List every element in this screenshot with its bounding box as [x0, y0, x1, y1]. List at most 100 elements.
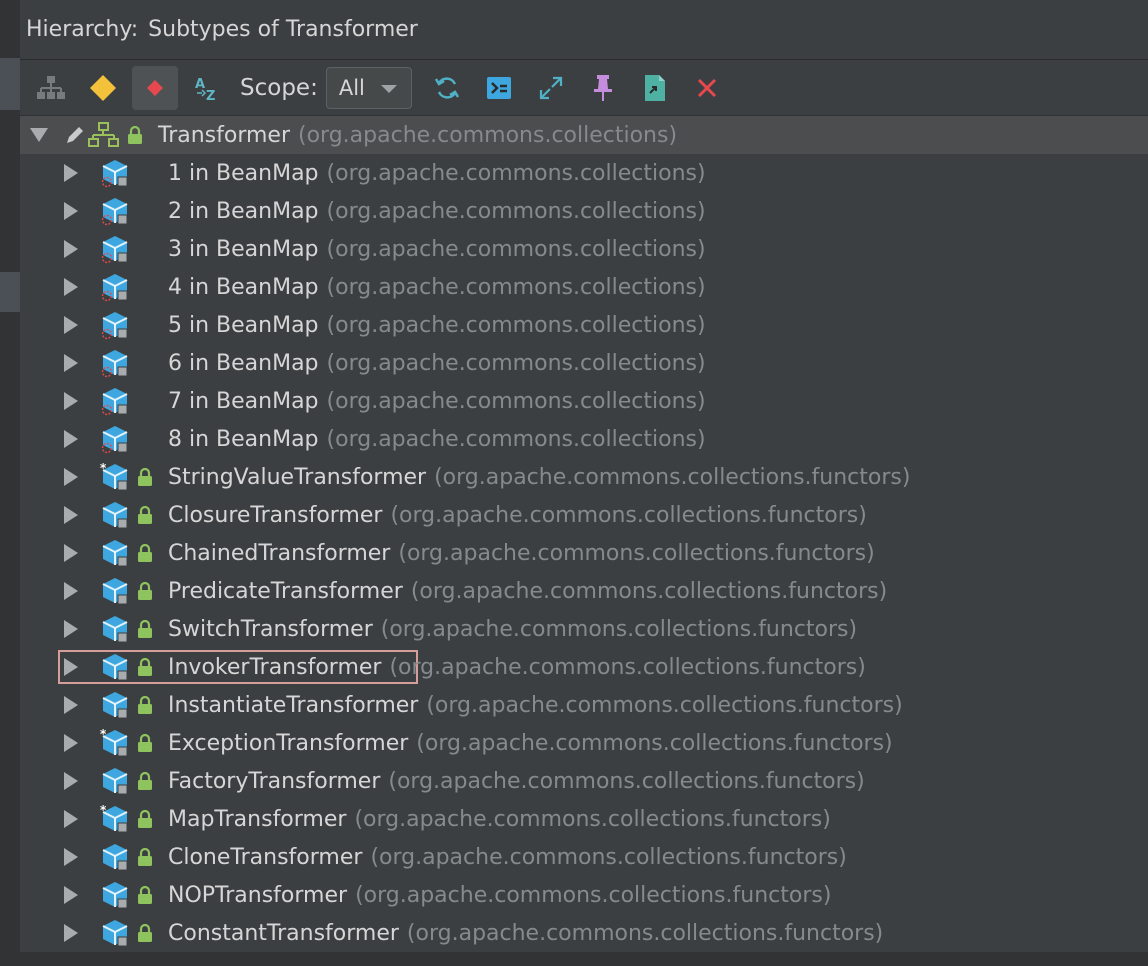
class-name: StringValueTransformer [168, 464, 427, 490]
tree-row[interactable]: SwitchTransformer (org.apache.commons.col… [20, 610, 1148, 648]
tree-row[interactable]: 1 in BeanMap (org.apache.commons.collecti… [20, 154, 1148, 192]
anonymous-class-icon [101, 236, 128, 264]
class-icon [102, 654, 128, 681]
anonymous-class-icon [101, 388, 128, 416]
class-name: MapTransformer [168, 806, 347, 832]
refresh-button[interactable] [424, 66, 470, 110]
expand-arrow-icon[interactable] [64, 924, 78, 942]
expand-arrow-icon[interactable] [64, 392, 78, 410]
expand-arrow-icon[interactable] [64, 886, 78, 904]
sort-alpha-icon: A Z [195, 77, 215, 103]
expand-arrow-icon[interactable] [64, 696, 78, 714]
class-hierarchy-button[interactable] [28, 66, 74, 110]
class-icon [102, 692, 128, 719]
tree-row[interactable]: 4 in BeanMap (org.apache.commons.collecti… [20, 268, 1148, 306]
export-button[interactable] [632, 66, 678, 110]
tree-node-label: 2 in BeanMap (org.apache.commons.collecti… [168, 199, 706, 224]
package-name: (org.apache.commons.collections) [326, 426, 706, 452]
tree-row[interactable]: * StringValueTransformer (org.apache.commo… [20, 458, 1148, 496]
expand-arrow-icon[interactable] [64, 278, 78, 296]
lock-icon [138, 695, 152, 714]
lock-icon [138, 467, 152, 486]
tree-node-label: ConstantTransformer (org.apache.commons.c… [168, 921, 883, 946]
lock-icon [138, 733, 152, 752]
tree-row[interactable]: InstantiateTransformer (org.apache.common… [20, 686, 1148, 724]
expand-arrow-icon[interactable] [64, 544, 78, 562]
hierarchy-title-bar: Hierarchy: Subtypes of Transformer [20, 0, 1148, 60]
expand-arrow-icon[interactable] [64, 354, 78, 372]
package-name: (org.apache.commons.collections.functors… [354, 806, 831, 832]
bottom-bar [0, 952, 1148, 966]
hierarchy-window: Hierarchy: Subtypes of Transformer A Z S… [0, 0, 1148, 966]
tree-row[interactable]: * ExceptionTransformer (org.apache.commons… [20, 724, 1148, 762]
package-name: (org.apache.commons.collections) [326, 274, 706, 300]
static-class-icon: * [100, 804, 128, 833]
package-name: (org.apache.commons.collections.functors… [410, 578, 888, 604]
tree-node-label: 6 in BeanMap (org.apache.commons.collecti… [168, 351, 706, 376]
class-name: 2 in BeanMap [168, 198, 319, 224]
expand-arrow-icon[interactable] [64, 164, 78, 182]
tree-row[interactable]: 8 in BeanMap (org.apache.commons.collecti… [20, 420, 1148, 458]
interface-icon [88, 122, 119, 147]
expand-arrow-icon[interactable] [64, 658, 78, 676]
hierarchy-tree: Transformer (org.apache.commons.collectio… [20, 116, 1148, 952]
tree-row[interactable]: * MapTransformer (org.apache.commons.colle… [20, 800, 1148, 838]
class-hierarchy-icon [37, 75, 65, 99]
pin-button[interactable] [580, 66, 626, 110]
tree-node-label: NOPTransformer (org.apache.commons.collec… [168, 883, 831, 908]
expand-arrow-icon[interactable] [64, 810, 78, 828]
tree-row[interactable]: 5 in BeanMap (org.apache.commons.collecti… [20, 306, 1148, 344]
tree-row[interactable]: 3 in BeanMap (org.apache.commons.collecti… [20, 230, 1148, 268]
tree-row[interactable]: ChainedTransformer (org.apache.commons.co… [20, 534, 1148, 572]
tree-row[interactable]: NOPTransformer (org.apache.commons.collec… [20, 876, 1148, 914]
class-name: NOPTransformer [168, 882, 348, 908]
expand-arrow-icon[interactable] [64, 582, 78, 600]
svg-text:*: * [100, 804, 107, 817]
tree-row[interactable]: 6 in BeanMap (org.apache.commons.collecti… [20, 344, 1148, 382]
expand-all-button[interactable] [528, 66, 574, 110]
expand-arrow-icon[interactable] [64, 240, 78, 258]
tree-node-label: 1 in BeanMap (org.apache.commons.collecti… [168, 161, 706, 186]
tree-row[interactable]: 2 in BeanMap (org.apache.commons.collecti… [20, 192, 1148, 230]
lock-icon [138, 771, 152, 790]
tree-root-row[interactable]: Transformer (org.apache.commons.collectio… [20, 116, 1148, 154]
class-name: InstantiateTransformer [168, 692, 419, 718]
expand-all-icon [539, 76, 562, 99]
scope-label: Scope: [240, 74, 318, 101]
expand-arrow-icon[interactable] [64, 848, 78, 866]
close-button[interactable] [684, 66, 730, 110]
expand-arrow-icon[interactable] [64, 620, 78, 638]
tree-row[interactable]: ConstantTransformer (org.apache.commons.c… [20, 914, 1148, 952]
package-name: (org.apache.commons.collections.functors… [398, 540, 875, 566]
tree-row[interactable]: PredicateTransformer (org.apache.commons.… [20, 572, 1148, 610]
tree-node-label: 8 in BeanMap (org.apache.commons.collecti… [168, 427, 706, 452]
subtypes-button[interactable] [132, 65, 178, 110]
lock-icon [138, 809, 152, 828]
tree-row[interactable]: ClosureTransformer (org.apache.commons.co… [20, 496, 1148, 534]
lock-icon [138, 581, 152, 600]
sort-alpha-button[interactable]: A Z [184, 66, 230, 110]
supertypes-button[interactable] [80, 66, 126, 110]
expand-arrow-icon[interactable] [64, 506, 78, 524]
expand-arrow-icon[interactable] [64, 202, 78, 220]
scope-select[interactable]: All [325, 66, 412, 109]
collapse-arrow-icon[interactable] [30, 128, 48, 142]
expand-arrow-icon[interactable] [64, 734, 78, 752]
anonymous-class-icon [101, 350, 128, 378]
tree-row[interactable]: InvokerTransformer (org.apache.commons.co… [20, 648, 1148, 686]
expand-arrow-icon[interactable] [64, 772, 78, 790]
expand-arrow-icon[interactable] [64, 430, 78, 448]
autoscroll-source-button[interactable] [476, 66, 522, 110]
tree-row[interactable]: CloneTransformer (org.apache.commons.coll… [20, 838, 1148, 876]
tree-row[interactable]: FactoryTransformer (org.apache.commons.co… [20, 762, 1148, 800]
class-icon [102, 540, 128, 567]
class-name: PredicateTransformer [168, 578, 403, 604]
expand-arrow-icon[interactable] [64, 316, 78, 334]
expand-arrow-icon[interactable] [64, 468, 78, 486]
lock-icon [138, 657, 152, 676]
class-name: FactoryTransformer [168, 768, 381, 794]
tree-row[interactable]: 7 in BeanMap (org.apache.commons.collecti… [20, 382, 1148, 420]
svg-text:A: A [195, 77, 205, 92]
class-icon [102, 844, 128, 871]
lock-icon [128, 125, 142, 144]
